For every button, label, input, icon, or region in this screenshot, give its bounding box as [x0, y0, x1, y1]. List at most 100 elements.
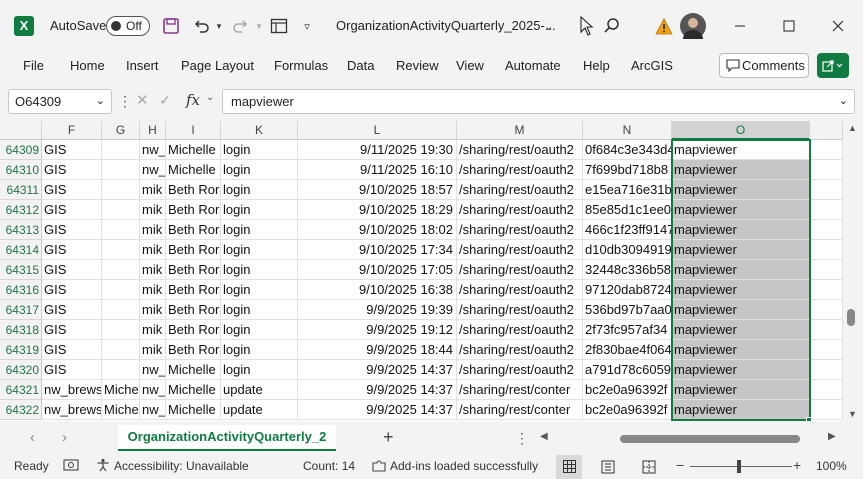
- cell-l[interactable]: 9/10/2025 18:57: [298, 180, 457, 200]
- cell-n[interactable]: 2f830bae4f064: [583, 340, 672, 360]
- cell-l[interactable]: 9/9/2025 14:37: [298, 400, 457, 420]
- scroll-up-icon[interactable]: ▲: [848, 123, 857, 133]
- undo-icon[interactable]: [190, 15, 212, 37]
- column-header-g[interactable]: G: [102, 121, 140, 140]
- add-sheet-icon[interactable]: +: [383, 427, 394, 448]
- cell-p[interactable]: [810, 380, 843, 400]
- cell-f[interactable]: GIS: [42, 240, 102, 260]
- cell-p[interactable]: [810, 400, 843, 420]
- column-header-h[interactable]: H: [140, 121, 166, 140]
- cell-o[interactable]: mapviewer: [672, 220, 810, 240]
- column-header-l[interactable]: L: [298, 121, 457, 140]
- cell-n[interactable]: 0f684c3e343d4: [583, 140, 672, 160]
- cell-h[interactable]: nw_: [140, 380, 166, 400]
- title-chevron-down-icon[interactable]: ⌄: [540, 15, 558, 37]
- cell-h[interactable]: nw_: [140, 140, 166, 160]
- cell-p[interactable]: [810, 320, 843, 340]
- vertical-scrollbar[interactable]: ▲ ▼: [843, 121, 863, 421]
- tab-review[interactable]: Review: [396, 58, 439, 73]
- cell-o[interactable]: mapviewer: [672, 300, 810, 320]
- cell-i[interactable]: Michelle: [166, 400, 221, 420]
- cell-g[interactable]: [102, 200, 140, 220]
- cell-k[interactable]: login: [221, 140, 298, 160]
- cell-m[interactable]: /sharing/rest/oauth2: [457, 360, 583, 380]
- cell-m[interactable]: /sharing/rest/oauth2: [457, 160, 583, 180]
- cell-o[interactable]: mapviewer: [672, 280, 810, 300]
- cell-l[interactable]: 9/9/2025 19:12: [298, 320, 457, 340]
- cell-p[interactable]: [810, 260, 843, 280]
- cell-o[interactable]: mapviewer: [672, 160, 810, 180]
- zoom-level[interactable]: 100%: [816, 459, 847, 473]
- close-icon[interactable]: [826, 14, 850, 38]
- cell-l[interactable]: 9/10/2025 18:02: [298, 220, 457, 240]
- cell-h[interactable]: nw_: [140, 400, 166, 420]
- sheet-tab[interactable]: OrganizationActivityQuarterly_2: [118, 425, 336, 451]
- name-box[interactable]: O64309 ⌄: [8, 89, 112, 114]
- cell-f[interactable]: GIS: [42, 320, 102, 340]
- cell-k[interactable]: login: [221, 300, 298, 320]
- cell-l[interactable]: 9/9/2025 14:37: [298, 380, 457, 400]
- cell-m[interactable]: /sharing/rest/oauth2: [457, 140, 583, 160]
- cell-i[interactable]: Beth Ror: [166, 300, 221, 320]
- cell-p[interactable]: [810, 240, 843, 260]
- cell-l[interactable]: 9/10/2025 16:38: [298, 280, 457, 300]
- cell-k[interactable]: login: [221, 240, 298, 260]
- status-accessibility[interactable]: Accessibility: Unavailable: [114, 459, 249, 473]
- cell-l[interactable]: 9/9/2025 18:44: [298, 340, 457, 360]
- cell-o[interactable]: mapviewer: [672, 260, 810, 280]
- cell-k[interactable]: login: [221, 200, 298, 220]
- tab-file[interactable]: File: [23, 58, 44, 73]
- minimize-icon[interactable]: [728, 14, 752, 38]
- cancel-icon[interactable]: ✕: [136, 91, 149, 109]
- cell-f[interactable]: GIS: [42, 200, 102, 220]
- cell-p[interactable]: [810, 200, 843, 220]
- cell-i[interactable]: Beth Ror: [166, 260, 221, 280]
- cell-f[interactable]: GIS: [42, 360, 102, 380]
- cell-h[interactable]: mik: [140, 240, 166, 260]
- cell-n[interactable]: 7f699bd718b8: [583, 160, 672, 180]
- cell-i[interactable]: Michelle: [166, 140, 221, 160]
- cell-n[interactable]: 32448c336b58: [583, 260, 672, 280]
- page-break-view-icon[interactable]: [642, 460, 656, 477]
- save-icon[interactable]: [160, 15, 182, 37]
- row-header[interactable]: 64319: [0, 340, 42, 360]
- tab-data[interactable]: Data: [347, 58, 374, 73]
- scroll-right-icon[interactable]: ▶: [828, 431, 836, 442]
- column-header-f[interactable]: F: [42, 121, 102, 140]
- cell-l[interactable]: 9/9/2025 19:39: [298, 300, 457, 320]
- file-title[interactable]: OrganizationActivityQuarterly_2025-...: [336, 18, 556, 33]
- expand-formula-icon[interactable]: ⌄: [839, 90, 848, 113]
- horizontal-scroll-thumb[interactable]: [620, 435, 800, 443]
- cell-p[interactable]: [810, 360, 843, 380]
- row-header[interactable]: 64309: [0, 140, 42, 160]
- cell-k[interactable]: login: [221, 180, 298, 200]
- comments-button[interactable]: Comments: [719, 53, 809, 78]
- cell-n[interactable]: 2f73fc957af34: [583, 320, 672, 340]
- tab-insert[interactable]: Insert: [126, 58, 159, 73]
- row-header[interactable]: 64311: [0, 180, 42, 200]
- spreadsheet-grid[interactable]: F G H I K L M N O 64309 GIS nw_ Michelle login 9/11/20…: [0, 121, 843, 421]
- undo-dropdown-icon[interactable]: ▾: [213, 15, 225, 37]
- tab-help[interactable]: Help: [583, 58, 610, 73]
- maximize-icon[interactable]: [777, 14, 801, 38]
- cell-l[interactable]: 9/10/2025 18:29: [298, 200, 457, 220]
- row-header[interactable]: 64320: [0, 360, 42, 380]
- cell-k[interactable]: update: [221, 400, 298, 420]
- name-box-chevron-icon[interactable]: ⌄: [96, 90, 105, 113]
- cell-n[interactable]: 85e85d1c1ee0: [583, 200, 672, 220]
- cell-i[interactable]: Beth Ror: [166, 180, 221, 200]
- cell-o[interactable]: mapviewer: [672, 240, 810, 260]
- cell-m[interactable]: /sharing/rest/oauth2: [457, 240, 583, 260]
- column-header-m[interactable]: M: [457, 121, 583, 140]
- row-header[interactable]: 64315: [0, 260, 42, 280]
- scroll-left-icon[interactable]: ◀: [540, 431, 548, 442]
- cell-h[interactable]: mik: [140, 300, 166, 320]
- row-header[interactable]: 64322: [0, 400, 42, 420]
- column-header-o[interactable]: O: [672, 121, 810, 140]
- cell-o[interactable]: mapviewer: [672, 180, 810, 200]
- zoom-slider-thumb[interactable]: [737, 460, 741, 473]
- cell-h[interactable]: mik: [140, 340, 166, 360]
- cell-i[interactable]: Beth Ror: [166, 280, 221, 300]
- cell-p[interactable]: [810, 180, 843, 200]
- cell-g[interactable]: [102, 260, 140, 280]
